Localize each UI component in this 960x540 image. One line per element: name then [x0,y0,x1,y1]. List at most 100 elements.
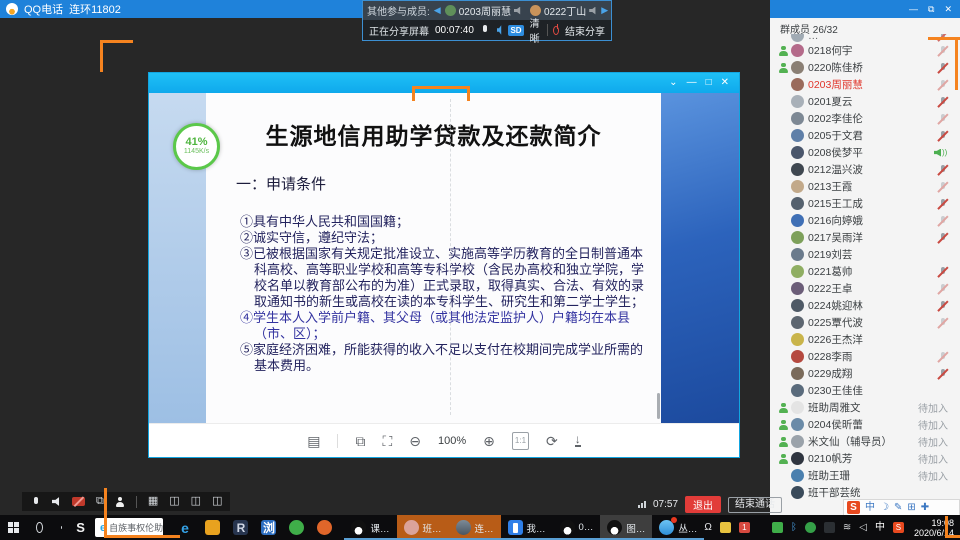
green-app-icon[interactable] [289,520,304,535]
ime-item-4[interactable]: ✚ [921,503,929,513]
close-button[interactable]: ✕ [944,5,952,14]
mic-muted-icon[interactable] [937,164,948,176]
taskbar-window-photo[interactable]: 连… [449,515,501,540]
mic-muted-icon[interactable] [937,198,948,210]
minimize-button[interactable]: — [909,5,918,14]
member-row[interactable]: 0217吴雨洋 [770,229,960,246]
end-share-button[interactable]: 结束分享 [565,23,605,38]
edge-icon[interactable]: e [177,520,192,535]
layout-grid-icon[interactable]: ▦ [148,496,158,507]
speaker-icon[interactable] [497,25,503,35]
collapse-button[interactable]: ⌄ [669,78,677,88]
end-call-button[interactable]: 结束通话 [728,497,782,513]
member-row[interactable]: 0210帆芳待加入 [770,450,960,467]
taskbar-window-qq[interactable]: 课… [344,515,396,540]
ime-item-1[interactable]: ☽ [880,503,889,513]
pinned-s-app-icon[interactable]: S [76,520,85,535]
taskbar-window-tim[interactable]: 丛… [652,515,704,540]
member-row[interactable]: 0204侯昕蕾待加入 [770,416,960,433]
usb-icon[interactable] [824,522,835,533]
cortana-icon[interactable] [36,522,43,533]
cn-browser-icon[interactable]: 浏 [261,520,276,535]
member-row[interactable]: 班助王珊待加入 [770,467,960,484]
taskbar-window-qq[interactable]: 0… [553,515,601,540]
r-app-icon[interactable]: R [233,520,248,535]
quality-label[interactable]: 清晰 [530,15,541,45]
firefox-icon[interactable] [317,520,332,535]
taskbar-window-phone[interactable]: 我… [501,515,553,540]
viewer-scrollbar[interactable] [657,393,660,419]
ime-item-2[interactable]: ✎ [894,503,902,513]
extract-text-icon[interactable]: ⧉ [355,434,365,448]
member-row[interactable]: 0212温兴波 [770,161,960,178]
member-row[interactable]: 0208侯梦平 [770,144,960,161]
actual-size-icon[interactable]: 1:1 [512,432,529,450]
taskbar-window-pig[interactable]: 班… [397,515,449,540]
green-dot-icon[interactable] [805,522,816,533]
member-row[interactable]: 0225覃代波 [770,314,960,331]
member-row[interactable]: 米文仙（辅导员）待加入 [770,433,960,450]
mic-muted-icon[interactable] [937,181,948,193]
window-2-icon[interactable]: ◫ [191,496,201,507]
window-1-icon[interactable]: ◫ [169,496,179,507]
mic-muted-icon[interactable] [937,215,948,227]
minimize-button[interactable]: — [687,78,697,88]
mic-muted-icon[interactable] [937,79,948,91]
member-row[interactable]: 0228李雨 [770,348,960,365]
ime-item-3[interactable]: ⊞ [907,503,915,513]
member-row[interactable]: 0215王工成 [770,195,960,212]
weather-icon[interactable] [720,522,731,533]
mic-muted-icon[interactable] [937,45,948,57]
card-icon[interactable] [772,522,783,533]
member-row[interactable]: 班助周雅文待加入 [770,399,960,416]
mic-muted-icon[interactable] [937,130,948,142]
zoom-out-icon[interactable]: ⊖ [409,434,421,448]
mic-muted-icon[interactable] [937,62,948,74]
mic-muted-icon[interactable] [937,368,948,380]
close-button[interactable]: ✕ [721,78,729,88]
rotate-icon[interactable]: ⟳ [546,434,558,448]
sogou-logo-icon[interactable]: S [847,501,860,514]
wifi-icon[interactable]: ≋ [843,523,851,533]
maximize-button[interactable]: □ [706,78,712,88]
member-row[interactable]: 0230王佳佳 [770,382,960,399]
member-row[interactable]: 0218何宇 [770,42,960,59]
member-row[interactable]: 0224姚迎林 [770,297,960,314]
member-row[interactable]: 0216向婷娥 [770,212,960,229]
notification-bell-icon[interactable]: Ω [704,523,711,533]
mic-muted-icon[interactable] [937,113,948,125]
search-text[interactable]: 自族事权伦助 [109,521,163,534]
end-share-power-icon[interactable] [553,26,559,35]
fit-screen-icon[interactable]: ⛶ [382,434,392,448]
ime-item-0[interactable]: 中 [865,503,875,513]
mic-muted-icon[interactable] [937,232,948,244]
volume-icon[interactable]: ◁ [859,523,867,533]
member-icon[interactable] [115,497,125,507]
download-icon[interactable]: ↓ [575,434,581,447]
member-row[interactable]: 0222王卓 [770,280,960,297]
member-row[interactable]: 0213王霞 [770,178,960,195]
mic-muted-icon[interactable] [937,283,948,295]
share-window-icon[interactable]: ⧉ [96,496,104,507]
restore-button[interactable]: ⧉ [928,5,934,14]
quality-badge[interactable]: SD [508,25,523,36]
mic-muted-icon[interactable] [937,266,948,278]
zoom-in-icon[interactable]: ⊕ [483,434,495,448]
sogou-icon[interactable]: S [893,522,904,533]
member-row[interactable]: 0203周丽慧 [770,76,960,93]
member-row[interactable]: 0219刘芸 [770,246,960,263]
mic-muted-icon[interactable] [937,317,948,329]
member-row[interactable]: 0201夏云 [770,93,960,110]
calendar-icon[interactable]: 1 [739,522,750,533]
mic-icon[interactable] [480,24,491,36]
mic-muted-icon[interactable] [937,96,948,108]
mic-icon[interactable] [30,496,41,508]
member-panel-titlebar[interactable]: — ⧉ ✕ [770,0,960,18]
member-row[interactable]: 0220陈佳桥 [770,59,960,76]
ime-toolbar[interactable]: S 中 ☽ ✎ ⊞ ✚ [843,499,960,516]
member-row[interactable]: 0226王杰洋 [770,331,960,348]
member-row[interactable]: 0221葛帅 [770,263,960,280]
bluetooth-icon[interactable]: ᛒ [791,523,797,533]
camera-off-icon[interactable] [72,497,85,506]
speaker-icon[interactable] [52,497,61,506]
